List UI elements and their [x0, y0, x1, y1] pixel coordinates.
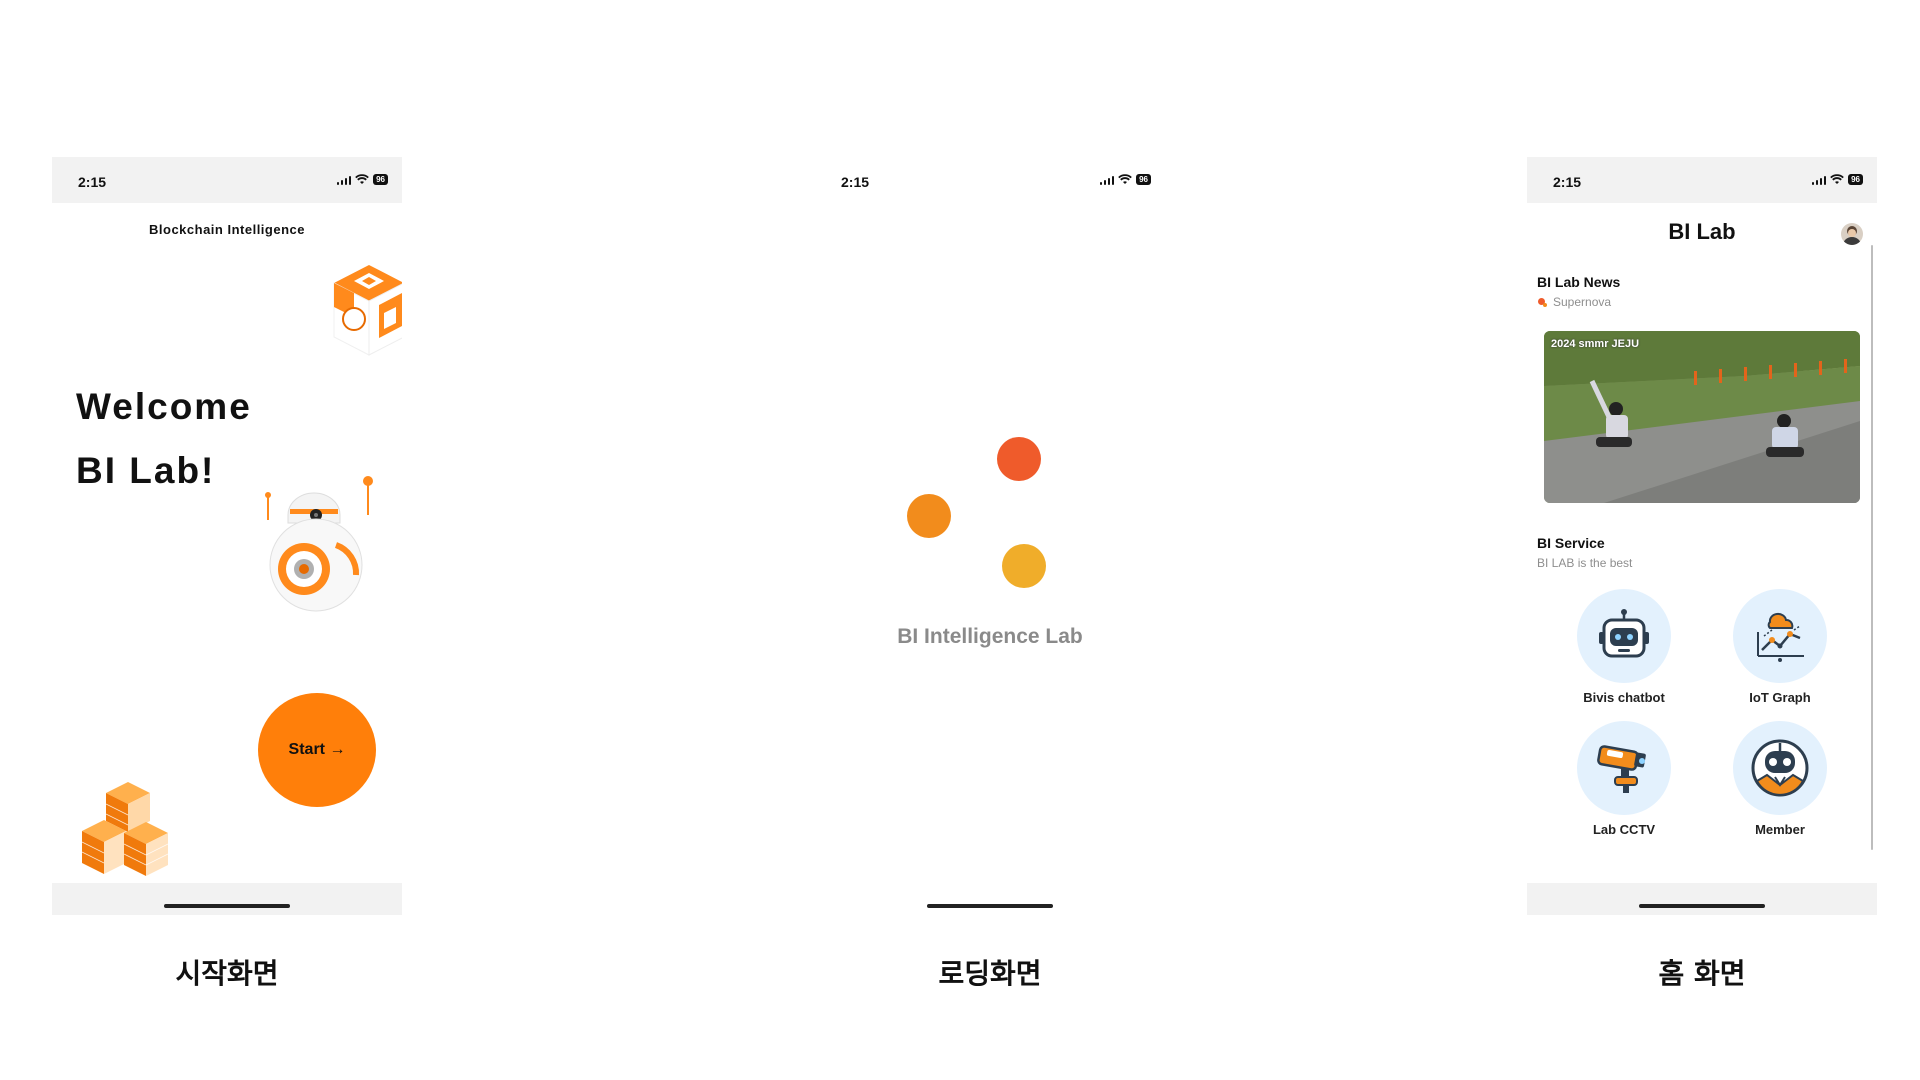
start-screen-caption: 시작화면 [175, 957, 279, 990]
avatar[interactable] [1841, 223, 1863, 245]
status-time: 2:15 [78, 174, 107, 190]
home-indicator[interactable] [927, 904, 1053, 908]
signal-icon [336, 175, 352, 185]
service-icon-circle [1733, 721, 1827, 815]
news-image-caption: 2024 smmr JEJU [1551, 338, 1640, 350]
welcome-line-2: BI Lab! [76, 450, 216, 491]
home-screen-caption: 홈 화면 [1658, 957, 1746, 990]
home-bar [815, 883, 1165, 915]
service-iot-graph[interactable]: IoT Graph [1710, 589, 1850, 705]
status-bar: 2:15 96 [815, 157, 1165, 203]
service-label: Lab CCTV [1592, 822, 1656, 837]
service-icon-circle [1577, 721, 1671, 815]
news-section-title: BI Lab News [1537, 274, 1621, 290]
status-bar: 2:15 96 [52, 157, 402, 203]
battery-icon: 96 [1136, 174, 1151, 185]
status-time: 2:15 [1553, 174, 1582, 190]
app-header: Blockchain Intelligence [149, 222, 305, 237]
service-label: IoT Graph [1749, 690, 1811, 705]
welcome-heading: Welcome BI Lab! [76, 375, 252, 503]
status-icons: 96 [1099, 174, 1151, 185]
start-button[interactable]: Start → [258, 693, 376, 807]
service-member[interactable]: Member [1710, 721, 1850, 837]
home-bar [1527, 883, 1877, 915]
robot-chatbot-icon [1599, 609, 1649, 658]
page-title: BI Lab [1668, 219, 1736, 244]
news-source: Supernova [1553, 295, 1612, 309]
service-section-title: BI Service [1537, 535, 1605, 551]
supernova-icon [1538, 297, 1547, 307]
service-lab-cctv[interactable]: Lab CCTV [1554, 721, 1694, 837]
cctv-camera-icon [1597, 745, 1646, 793]
signal-icon [1099, 175, 1115, 185]
loading-dot-orange [907, 494, 951, 538]
wifi-icon [1830, 174, 1844, 184]
service-icon-circle [1733, 589, 1827, 683]
loading-dot-yellow [1002, 544, 1046, 588]
service-section-subtitle: BI LAB is the best [1537, 556, 1633, 570]
service-icon-circle [1577, 589, 1671, 683]
news-image[interactable]: 2024 smmr JEJU [1544, 331, 1860, 503]
home-indicator[interactable] [1639, 904, 1765, 908]
loading-screen-caption: 로딩화면 [938, 957, 1042, 990]
battery-icon: 96 [373, 174, 388, 185]
service-label: Bivis chatbot [1583, 690, 1665, 705]
status-time: 2:15 [841, 174, 870, 190]
loading-screen: 2:15 96 BI Intelligence Lab [815, 157, 1165, 915]
loading-dot-red [997, 437, 1041, 481]
start-screen: 2:15 96 Blockchain Intelligence Welcome … [52, 157, 402, 915]
home-bar [52, 883, 402, 915]
status-icons: 96 [336, 174, 388, 185]
battery-icon: 96 [1848, 174, 1863, 185]
wifi-icon [355, 174, 369, 184]
home-indicator[interactable] [164, 904, 290, 908]
service-label: Member [1755, 822, 1805, 837]
scrollbar[interactable] [1871, 245, 1873, 850]
iot-graph-icon [1757, 612, 1804, 662]
signal-icon [1811, 175, 1827, 185]
robot-illustration [265, 476, 373, 612]
service-bivis-chatbot[interactable]: Bivis chatbot [1554, 589, 1694, 705]
welcome-line-1: Welcome [76, 386, 252, 427]
cubes-illustration [81, 782, 169, 876]
wifi-icon [1118, 174, 1132, 184]
loading-title: BI Intelligence Lab [897, 625, 1083, 648]
status-bar: 2:15 96 [1527, 157, 1877, 203]
cube-illustration [333, 265, 402, 356]
member-robot-icon [1751, 739, 1809, 797]
home-screen: 2:15 96 BI Lab BI Lab News Supernova 202… [1527, 157, 1877, 915]
news-section-subtitle: Supernova [1537, 295, 1611, 309]
status-icons: 96 [1811, 174, 1863, 185]
